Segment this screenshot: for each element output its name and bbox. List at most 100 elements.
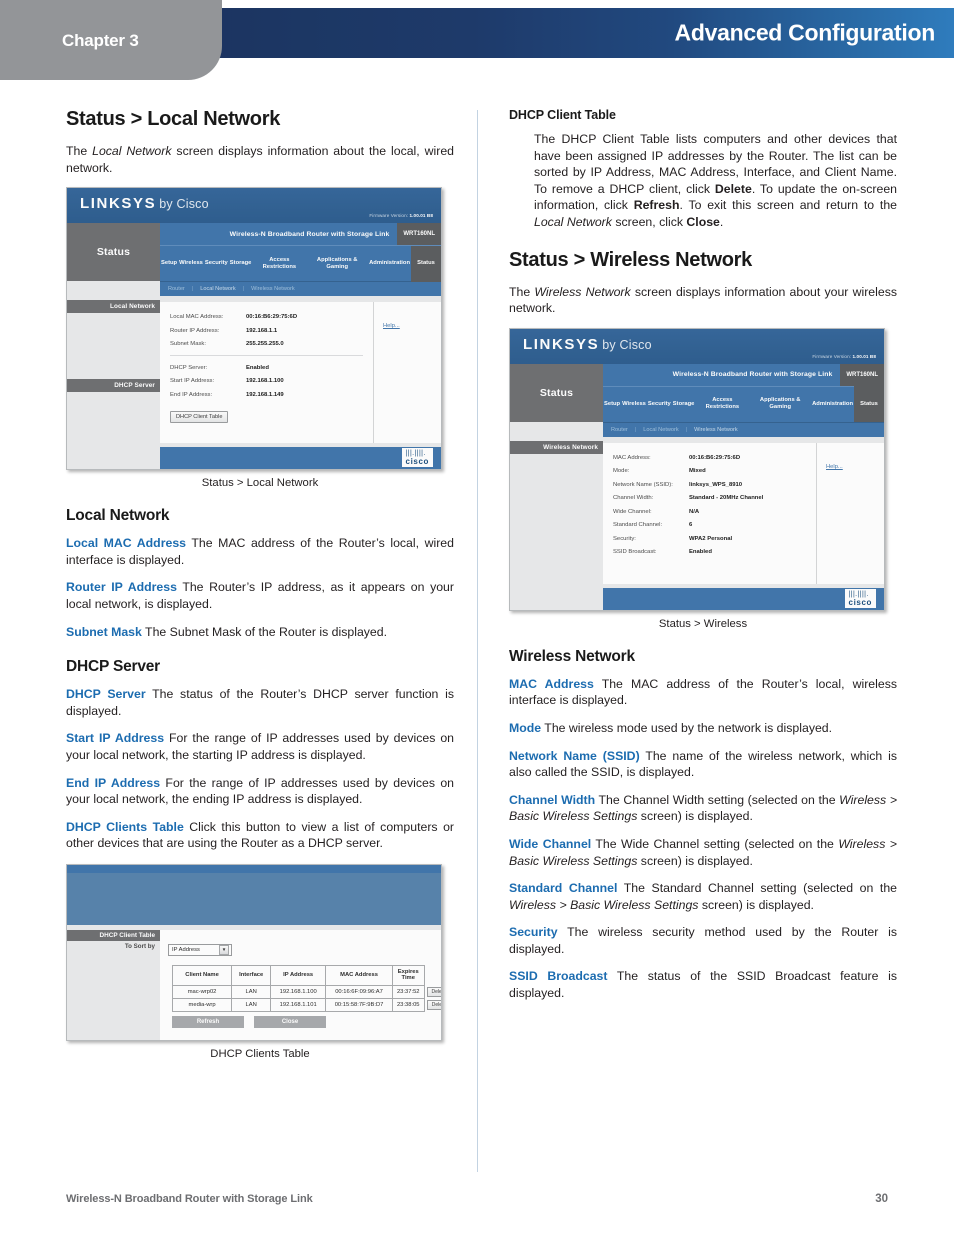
term-label: Standard Channel	[509, 881, 618, 896]
router-help-panel: Help...	[373, 302, 441, 444]
brand-text: LINKSYS	[80, 195, 157, 213]
router-main: Wireless-N Broadband Router with Storage…	[160, 223, 441, 470]
row-network-name-ssid: Network Name (SSID): linksys_WPS_8910	[613, 482, 816, 488]
term-italic-wireless: Wireless	[509, 897, 557, 912]
key-end-ip-address: End IP Address:	[170, 391, 213, 398]
value-standard-channel: 6	[689, 522, 693, 529]
dhcp-shot-topbar	[67, 864, 441, 873]
sort-by-select[interactable]: IP Address ▼	[168, 943, 232, 956]
term-label: Channel Width	[509, 792, 596, 807]
key-security: Security:	[613, 535, 636, 542]
value-wide-channel: N/A	[689, 508, 700, 515]
local-network-intro: The Local Network screen displays inform…	[66, 143, 454, 176]
cisco-bridge-icon: |||.||||.	[848, 590, 869, 598]
tab-applications-gaming[interactable]: Applications & Gaming	[749, 397, 811, 411]
dhcp-shot-sidebar: DHCP Client Table To Sort by	[67, 929, 160, 1040]
delete-button[interactable]: Delete	[426, 986, 441, 997]
cell-ip-address: 192.168.1.101	[270, 997, 327, 1012]
term-start-ip-address: Start IP Address For the range of IP add…	[66, 730, 454, 763]
linksys-logo: LINKSYS by Cisco	[523, 336, 652, 353]
help-link[interactable]: Help...	[826, 464, 843, 470]
router-breadcrumbs: Router | Local Network | Wireless Networ…	[160, 281, 441, 297]
router-brand-bar: LINKSYS by Cisco Firmware Version: 1.00.0…	[510, 328, 884, 364]
footer-page-number: 30	[875, 1193, 888, 1205]
router-content-main: Local MAC Address: 00:16:B6:29:75:6D Rou…	[160, 302, 373, 443]
breadcrumb-wireless-network[interactable]: Wireless Network	[694, 427, 738, 433]
term-label: MAC Address	[509, 676, 594, 691]
panel-label-dhcp-server: DHCP Server	[67, 379, 160, 393]
term-separator: >	[556, 897, 571, 912]
help-link[interactable]: Help...	[383, 323, 400, 329]
value-start-ip-address: 192.168.1.100	[246, 378, 284, 385]
router-content: MAC Address: 00:16:B6:29:75:6D Mode: Mix…	[603, 436, 884, 584]
value-dhcp-server: Enabled	[246, 364, 269, 371]
router-body: Status Local Network DHCP Server Wireles…	[67, 223, 441, 470]
tab-storage[interactable]: Storage	[672, 401, 696, 408]
intro-italic: Local Network	[92, 144, 172, 158]
term-wide-channel: Wide Channel The Wide Channel setting (s…	[509, 836, 897, 869]
breadcrumb-local-network[interactable]: Local Network	[200, 286, 235, 292]
heading-dhcp-client-table: DHCP Client Table	[509, 108, 616, 122]
cisco-bridge-icon: |||.||||.	[405, 450, 426, 458]
router-nav-tabs[interactable]: Setup Wireless Security Storage Access R…	[160, 245, 441, 282]
value-mac-address: 00:16:B6:29:75:6D	[689, 454, 741, 461]
breadcrumb-router[interactable]: Router	[168, 286, 185, 292]
value-subnet-mask: 255.255.255.0	[246, 341, 284, 348]
page-title-status-local-network: Status > Local Network	[66, 108, 281, 130]
row-wide-channel: Wide Channel: N/A	[613, 509, 816, 515]
tab-setup[interactable]: Setup	[603, 401, 621, 408]
row-subnet-mask: Subnet Mask: 255.255.255.0	[170, 341, 373, 347]
tab-wireless[interactable]: Wireless	[178, 260, 204, 267]
chapter-tab: Chapter 3	[0, 0, 222, 80]
tab-wireless[interactable]: Wireless	[621, 401, 647, 408]
term-pre: The Wide Channel setting (selected on th…	[591, 836, 839, 851]
term-dhcp-clients-table: DHCP Clients Table Click this button to …	[66, 819, 454, 852]
tab-security[interactable]: Security	[647, 401, 672, 408]
router-nav-tabs[interactable]: Setup Wireless Security Storage Access R…	[603, 385, 884, 423]
col-actions	[424, 965, 441, 986]
dhcp-client-table-button[interactable]: DHCP Client Table	[170, 411, 229, 424]
key-channel-width: Channel Width:	[613, 495, 654, 502]
tab-status[interactable]: Status	[854, 386, 884, 423]
tab-status[interactable]: Status	[411, 245, 441, 282]
router-footer: |||.||||. cisco	[603, 583, 884, 610]
tab-storage[interactable]: Storage	[229, 260, 253, 267]
term-channel-width: Channel Width The Channel Width setting …	[509, 792, 897, 825]
term-network-name-ssid: Network Name (SSID) The name of the wire…	[509, 748, 897, 781]
brand-by-cisco: by Cisco	[602, 337, 652, 352]
tab-administration[interactable]: Administration	[368, 260, 411, 267]
heading-local-network: Local Network	[66, 507, 170, 525]
refresh-button[interactable]: Refresh	[172, 1015, 244, 1028]
tab-applications-gaming[interactable]: Applications & Gaming	[306, 257, 368, 271]
breadcrumb-local-network[interactable]: Local Network	[643, 427, 678, 433]
wireless-network-intro: The Wireless Network screen displays inf…	[509, 284, 897, 317]
tab-administration[interactable]: Administration	[811, 401, 854, 408]
router-model-bar: Wireless-N Broadband Router with Storage…	[160, 223, 441, 246]
heading-wireless-network: Wireless Network	[509, 647, 635, 665]
row-start-ip-address: Start IP Address: 192.168.1.100	[170, 378, 373, 384]
table-row: media-wrp LAN 192.168.1.101 00:15:58:7F:…	[171, 997, 441, 1012]
tab-security[interactable]: Security	[204, 260, 229, 267]
term-label: Start IP Address	[66, 731, 165, 746]
term-label: Mode	[509, 720, 542, 735]
col-interface: Interface	[231, 964, 272, 986]
term-mode: Mode The wireless mode used by the netwo…	[509, 720, 897, 737]
close-button[interactable]: Close	[254, 1015, 326, 1028]
value-router-ip-address: 192.168.1.1	[246, 327, 278, 334]
term-italic-wireless: Wireless	[839, 792, 887, 807]
term-label: Subnet Mask	[66, 624, 142, 639]
tab-access-restrictions[interactable]: Access Restrictions	[695, 397, 749, 411]
right-column: DHCP Client Table The DHCP Client Table …	[509, 108, 897, 1013]
breadcrumb-router[interactable]: Router	[611, 427, 628, 433]
key-mode: Mode:	[613, 468, 630, 475]
breadcrumb-wireless-network[interactable]: Wireless Network	[251, 286, 295, 292]
tab-access-restrictions[interactable]: Access Restrictions	[252, 257, 306, 271]
panel-label-local-network: Local Network	[67, 300, 160, 314]
delete-button[interactable]: Delete	[426, 999, 441, 1010]
row-channel-width: Channel Width: Standard - 20MHz Channel	[613, 495, 816, 501]
tab-setup[interactable]: Setup	[160, 260, 178, 267]
router-content-main: MAC Address: 00:16:B6:29:75:6D Mode: Mix…	[603, 443, 816, 584]
row-mac-address: MAC Address: 00:16:B6:29:75:6D	[613, 455, 816, 461]
router-model-sku: WRT160NL	[840, 363, 884, 386]
figure1-caption: Status > Local Network	[201, 477, 319, 490]
